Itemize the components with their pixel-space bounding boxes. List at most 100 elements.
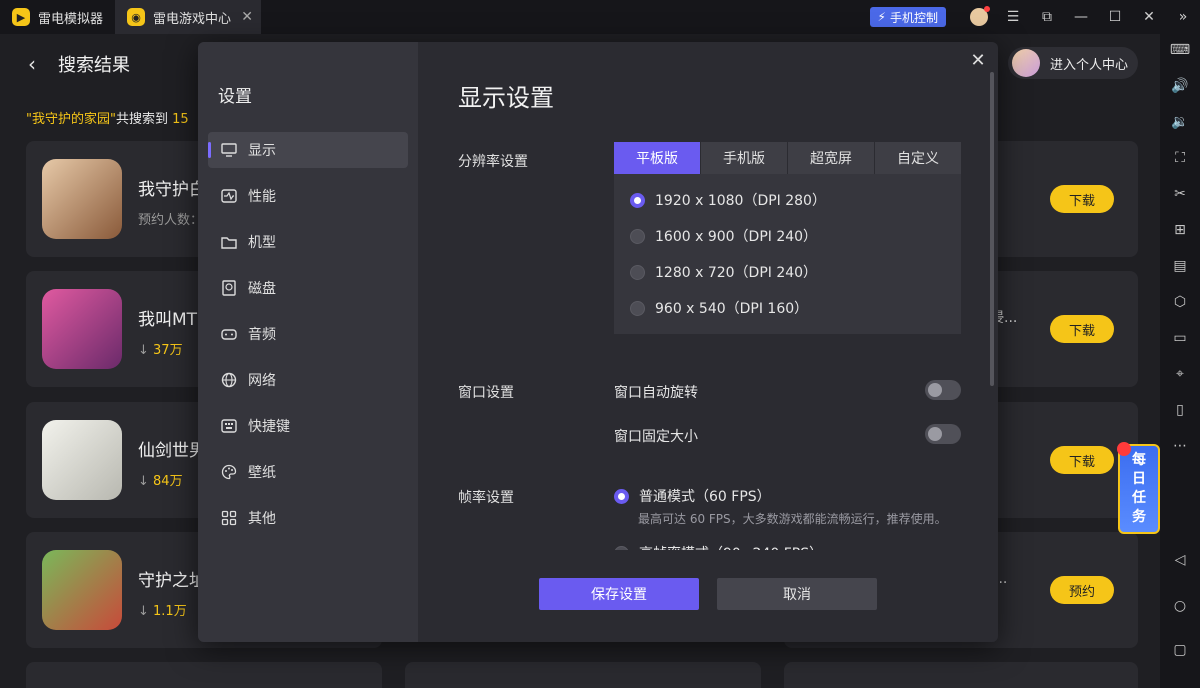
fps-settings-label: 帧率设置 [458,490,514,506]
auto-rotate-toggle[interactable] [925,380,961,400]
radio-checked[interactable] [614,488,629,504]
back-arrow-icon[interactable]: ‹ [28,52,36,76]
game-icon [42,420,122,500]
resolution-label: 分辨率设置 [458,154,528,170]
resolution-option[interactable]: 960 x 540（DPI 160） [630,298,808,318]
more-icon[interactable]: ⋯ [1170,436,1190,456]
game-icon [42,159,122,239]
settings-nav-disk[interactable]: 磁盘 [208,270,408,306]
game-icon [42,550,122,630]
resolution-option[interactable]: 1280 x 720（DPI 240） [630,262,817,282]
fullscreen-icon[interactable]: ⛶ [1170,148,1190,168]
radio[interactable] [630,228,645,244]
settings-nav-hotkeys[interactable]: 快捷键 [208,408,408,444]
resolution-mode-tabs: 平板版 手机版 超宽屏 自定义 [614,142,961,174]
download-count-icon: ↓ [138,474,154,489]
maximize-icon[interactable]: ☐ [1098,0,1132,34]
search-keyword: "我守护的家园" [26,112,116,127]
disk-icon [220,279,238,297]
android-back-icon[interactable]: ◁ [1170,550,1190,570]
apk-install-icon[interactable]: ▤ [1170,256,1190,276]
game-name: 仙剑世男 [138,441,206,461]
fps-normal-label: 普通模式（60 FPS） [639,489,771,505]
settings-nav-audio[interactable]: 音频 [208,316,408,352]
location-icon[interactable]: ⌖ [1170,364,1190,384]
settings-nav-label: 音频 [248,327,276,343]
folder-icon[interactable]: ▭ [1170,328,1190,348]
resolution-option-label: 1600 x 900（DPI 240） [655,229,818,245]
daily-task-char: 日 [1132,471,1146,487]
fps-option-normal[interactable]: 普通模式（60 FPS） [614,486,771,506]
phone-control-button[interactable]: ⚡ 手机控制 [869,7,946,27]
settings-nav-label: 其他 [248,511,276,527]
radio[interactable] [630,300,645,316]
radio[interactable] [630,264,645,280]
android-recent-icon[interactable]: ▢ [1170,640,1190,660]
screenshot-scissors-icon[interactable]: ✂ [1170,184,1190,204]
android-home-icon[interactable]: ○ [1170,596,1190,616]
multi-instance-icon[interactable]: ⊞ [1170,220,1190,240]
cancel-button[interactable]: 取消 [717,578,877,610]
download-button[interactable]: 下载 [1050,185,1114,213]
settings-nav-performance[interactable]: 性能 [208,178,408,214]
search-summary: "我守护的家园"共搜索到 15 [26,108,189,127]
tab-ultrawide[interactable]: 超宽屏 [788,142,875,174]
tab-game-center[interactable]: ◉ 雷电游戏中心 ✕ [115,0,262,34]
minimize-icon[interactable]: — [1064,0,1098,34]
resolution-options: 1920 x 1080（DPI 280） 1600 x 900（DPI 240）… [614,174,961,334]
volume-up-icon[interactable]: 🔊 [1170,76,1190,96]
download-button[interactable]: 下载 [1050,446,1114,474]
resolution-option-label: 1280 x 720（DPI 240） [655,265,818,281]
restore-icon[interactable]: ⧉ [1030,0,1064,34]
user-center-button[interactable]: 进入个人中心 [1008,47,1138,79]
settings-modal: 设置 显示 性能 机型 磁盘 音频 网络 快捷键 壁纸 其他 ✕ 显示设置 分辨… [198,42,998,642]
download-count-icon: ↓ [138,604,154,619]
save-settings-button[interactable]: 保存设置 [539,578,699,610]
lightning-icon: ⚡ [877,10,886,24]
resolution-option[interactable]: 1600 x 900（DPI 240） [630,226,817,246]
settings-sidebar: 设置 显示 性能 机型 磁盘 音频 网络 快捷键 壁纸 其他 [198,42,418,642]
tab-emulator-label: 雷电模拟器 [38,11,104,27]
fixed-size-toggle[interactable] [925,424,961,444]
right-toolbar: ⌨ 🔊 🔉 ⛶ ✂ ⊞ ▤ ⬡ ▭ ⌖ ▯ ⋯ ◁ ○ ▢ [1160,34,1200,688]
reserve-button[interactable]: 预约 [1050,576,1114,604]
download-count-icon: ↓ [138,343,154,358]
tab-tablet[interactable]: 平板版 [614,142,701,174]
tab-emulator[interactable]: ▶ 雷电模拟器 [0,0,115,34]
close-window-icon[interactable]: ✕ [1132,0,1166,34]
menu-icon[interactable]: ☰ [996,0,1030,34]
leidian-logo-icon: ▶ [12,8,30,26]
download-button[interactable]: 下载 [1050,315,1114,343]
window-settings-label: 窗口设置 [458,385,514,401]
game-card[interactable] [26,662,382,688]
close-icon[interactable]: ✕ [968,50,988,71]
volume-down-icon[interactable]: 🔉 [1170,112,1190,132]
settings-scrollbar[interactable] [990,72,994,386]
tab-game-center-label: 雷电游戏中心 [153,11,232,27]
radio-checked[interactable] [630,192,645,208]
tab-phone[interactable]: 手机版 [701,142,788,174]
game-name: 我叫MT [138,310,198,330]
settings-nav-label: 显示 [248,143,276,159]
tab-close-icon[interactable]: ✕ [241,9,253,25]
settings-nav-other[interactable]: 其他 [208,500,408,536]
tab-custom[interactable]: 自定义 [875,142,961,174]
settings-nav-device[interactable]: 机型 [208,224,408,260]
title-bar: ▶ 雷电模拟器 ◉ 雷电游戏中心 ✕ ⚡ 手机控制 ☰ ⧉ — ☐ ✕ » [0,0,1200,34]
settings-nav-network[interactable]: 网络 [208,362,408,398]
keyboard-mapping-icon[interactable]: ⌨ [1170,40,1190,60]
resolution-option[interactable]: 1920 x 1080（DPI 280） [630,190,826,210]
display-settings-title: 显示设置 [458,84,554,112]
settings-nav-label: 磁盘 [248,281,276,297]
user-avatar-button[interactable] [962,0,996,34]
fixed-size-label: 窗口固定大小 [614,429,698,445]
operation-record-icon[interactable]: ⬡ [1170,292,1190,312]
settings-nav-display[interactable]: 显示 [208,132,408,168]
game-card[interactable] [784,662,1138,688]
settings-nav-wallpaper[interactable]: 壁纸 [208,454,408,490]
collapse-sidebar-icon[interactable]: » [1166,0,1200,34]
daily-task-char: 任 [1132,490,1146,506]
shake-icon[interactable]: ▯ [1170,400,1190,420]
daily-task-badge[interactable]: 每 日 任 务 [1117,442,1160,534]
game-card[interactable] [405,662,761,688]
